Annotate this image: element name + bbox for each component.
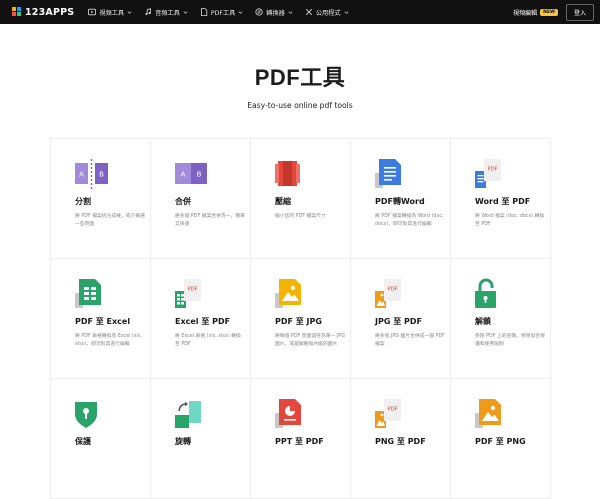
tool-card-pdf-to-excel[interactable]: PDF 至 Excel 將 PDF 表格轉換為 Excel (xls, xlsx… [51, 259, 151, 379]
icon-letter-a: A [181, 171, 186, 179]
icon-letter-b: B [99, 171, 104, 179]
page-subtitle: Easy-to-use online pdf tools [247, 101, 353, 110]
tool-title: PDF 至 Excel [75, 317, 131, 326]
tool-card-unlock[interactable]: 解鎖 移除 PDF 上的密碼，移除加密保護和使用限制 [451, 259, 551, 379]
chevron-down-icon [183, 10, 188, 14]
pdf-to-jpg-icon [275, 279, 309, 308]
music-icon [145, 8, 151, 16]
tool-title: 解鎖 [475, 317, 491, 326]
tool-description: 將 Word 檔案 (doc, docx) 轉換至 PDF [475, 214, 545, 227]
tool-title: Word 至 PDF [475, 197, 531, 206]
tool-card-excel-to-pdf[interactable]: PDF Excel 至 PDF 將 Excel 表格 (xls, xlsx) 轉… [151, 259, 251, 379]
nav-item-video[interactable]: 視頻工具 [88, 8, 132, 17]
tool-title: 壓縮 [275, 197, 291, 206]
tool-description: 將 Excel 表格 (xls, xlsx) 轉換至 PDF [175, 334, 241, 347]
icon-pdf-label: PDF [187, 287, 197, 293]
icon-pdf-label: PDF [387, 407, 397, 413]
nav-item-audio[interactable]: 音頻工具 [144, 8, 188, 17]
login-button[interactable]: 登入 [565, 3, 594, 21]
tool-card-pdf-to-word[interactable]: PDF轉Word 將 PDF 檔案轉換為 Word (doc, docx)，即可… [351, 139, 451, 259]
hero: PDF工具 Easy-to-use online pdf tools [0, 24, 600, 110]
nav-item-label: 轉換器 [266, 9, 285, 17]
brand-name: 123APPS [25, 6, 75, 18]
brand-logo[interactable]: 123APPS [12, 7, 74, 18]
tools-icon [305, 8, 312, 16]
nav-item-label: 公用程式 [315, 9, 341, 17]
icon-letter-b: B [197, 171, 202, 179]
unlock-icon [475, 278, 509, 308]
tool-title: PNG 至 PDF [375, 437, 426, 446]
tool-description: 將 PDF 檔案拆分成幾，或只摘選一些頁面 [75, 214, 145, 227]
page-title: PDF工具 [254, 65, 346, 90]
protect-icon [75, 399, 109, 428]
chevron-down-icon [238, 10, 243, 14]
tool-description: 將 PDF 表格轉換為 Excel (xls, xlsx)，即可對其進行編輯 [75, 334, 142, 347]
logo-icon [12, 7, 22, 17]
tool-title: 合併 [175, 197, 191, 206]
top-bar: 123APPS 視頻工具 音頻工具 PDF工具 轉換器 公用程式 視頻編輯 NE… [0, 0, 600, 24]
tool-title: Excel 至 PDF [175, 317, 231, 326]
tool-card-protect[interactable]: 保護 [51, 379, 151, 499]
tool-title: 保護 [75, 437, 91, 446]
tool-card-compress[interactable]: 壓縮 縮小您的 PDF 檔案尺寸 [251, 139, 351, 259]
nav-item-converter[interactable]: 轉換器 [255, 8, 293, 17]
word-to-pdf-icon: PDF [475, 159, 509, 188]
pdf-to-png-icon [475, 399, 509, 428]
chevron-down-icon [288, 10, 293, 14]
tool-title: PDF 至 PNG [475, 437, 526, 446]
tool-card-png-to-pdf[interactable]: PDF PNG 至 PDF [351, 379, 451, 499]
tool-card-rotate[interactable]: 旋轉 [151, 379, 251, 499]
document-icon [201, 8, 208, 16]
tool-title: PDF 至 JPG [275, 317, 322, 326]
tool-title: 分割 [75, 197, 91, 206]
nav-item-pdf[interactable]: PDF工具 [200, 8, 243, 17]
tool-card-split[interactable]: A B 分割 將 PDF 檔案拆分成幾，或只摘選一些頁面 [51, 139, 151, 259]
tool-title: JPG 至 PDF [375, 317, 422, 326]
nav-item-label: PDF工具 [210, 9, 236, 17]
main-nav: 視頻工具 音頻工具 PDF工具 轉換器 公用程式 [88, 8, 349, 17]
pdf-to-word-icon [375, 159, 409, 188]
tool-title: PDF轉Word [375, 197, 425, 206]
tool-card-word-to-pdf[interactable]: PDF Word 至 PDF 將 Word 檔案 (doc, docx) 轉換至… [451, 139, 551, 259]
icon-letter-a: A [79, 171, 84, 179]
nav-item-label: 視頻工具 [99, 9, 125, 17]
ppt-to-pdf-icon [275, 399, 309, 428]
excel-to-pdf-icon: PDF [175, 279, 209, 308]
tool-description: 將多個 PDF 檔案合併為一，簡單又快速 [175, 214, 245, 227]
icon-pdf-label: PDF [487, 167, 497, 173]
tool-description: 將 PDF 檔案轉換為 Word (doc, docx)，即可對其進行編輯 [375, 214, 444, 227]
video-editor-link[interactable]: 視頻編輯 NEW [513, 8, 558, 17]
tool-card-pdf-to-jpg[interactable]: PDF 至 JPG 將每個 PDF 頁面儲存為單一 JPG 圖片，或是解壓縮內嵌… [251, 259, 351, 379]
nav-item-label: 音頻工具 [155, 9, 180, 17]
tool-card-merge[interactable]: A B 合併 將多個 PDF 檔案合併為一，簡單又快速 [151, 139, 251, 259]
tool-description: 移除 PDF 上的密碼，移除加密保護和使用限制 [475, 334, 545, 347]
chevron-down-icon [344, 10, 349, 14]
tool-card-ppt-to-pdf[interactable]: PPT 至 PDF [251, 379, 351, 499]
tool-title: PPT 至 PDF [275, 437, 324, 446]
pdf-to-excel-icon [75, 279, 109, 308]
new-badge: NEW [540, 8, 558, 16]
tool-card-pdf-to-png[interactable]: PDF 至 PNG [451, 379, 551, 499]
chevron-down-icon [127, 10, 132, 14]
merge-icon: A B [175, 159, 209, 187]
tool-description: 縮小您的 PDF 檔案尺寸 [275, 214, 326, 219]
tool-card-jpg-to-pdf[interactable]: PDF JPG 至 PDF 將多張 JPG 圖片合併成一個 PDF 檔案 [351, 259, 451, 379]
tools-grid: A B 分割 將 PDF 檔案拆分成幾，或只摘選一些頁面 A B 合併 將多個 … [50, 138, 551, 499]
icon-pdf-label: PDF [387, 287, 397, 293]
png-to-pdf-icon: PDF [375, 399, 409, 428]
play-icon [88, 8, 97, 16]
compress-icon [275, 159, 309, 187]
rotate-icon [175, 399, 209, 428]
convert-icon [255, 8, 263, 16]
nav-item-utilities[interactable]: 公用程式 [305, 8, 349, 17]
jpg-to-pdf-icon: PDF [375, 279, 409, 308]
tool-description: 將多張 JPG 圖片合併成一個 PDF 檔案 [375, 334, 445, 347]
promo-label: 視頻編輯 [513, 9, 538, 17]
tool-title: 旋轉 [175, 437, 191, 446]
tool-description: 將每個 PDF 頁面儲存為單一 JPG 圖片，或是解壓縮內嵌的圖片 [275, 334, 345, 347]
header-right: 視頻編輯 NEW 登入 [513, 3, 594, 21]
split-icon: A B [75, 159, 109, 189]
